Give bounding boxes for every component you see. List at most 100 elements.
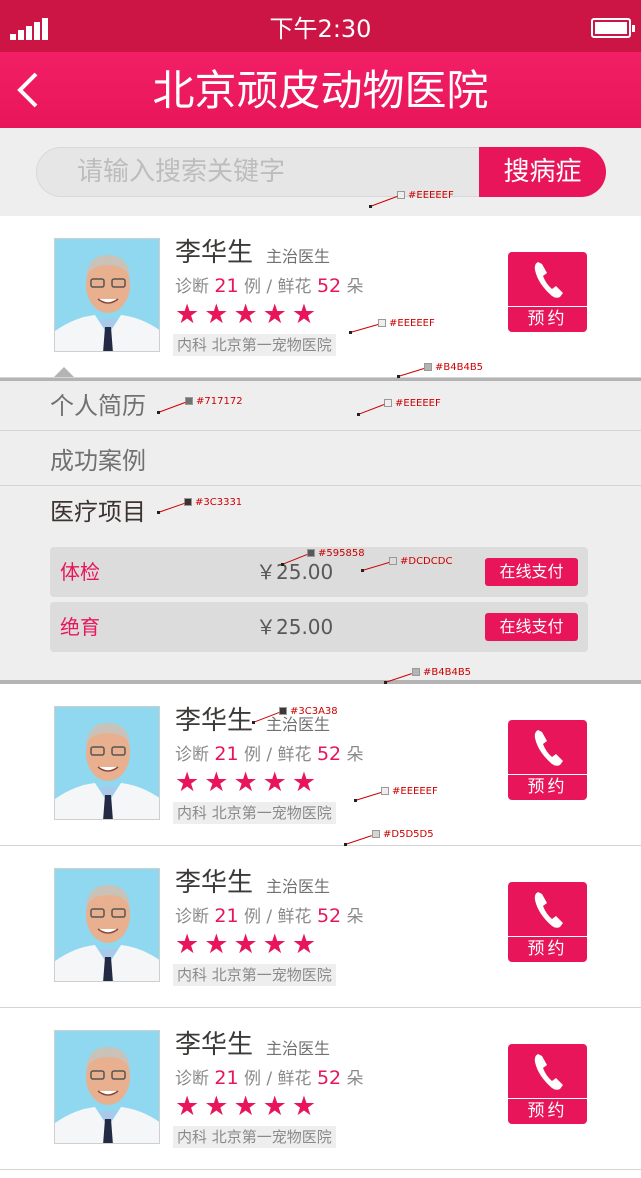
- service-name: 体检: [60, 560, 100, 584]
- hospital-tag: 内科 北京第一宠物医院: [173, 802, 336, 824]
- detail-panel: 个人简历 成功案例 医疗项目 体检 ￥25.00 在线支付 绝育 ￥25.00 …: [0, 378, 641, 684]
- pay-online-button[interactable]: 在线支付: [485, 558, 578, 586]
- status-bar: 下午2:30: [0, 0, 641, 52]
- service-price: ￥25.00: [256, 615, 334, 639]
- annotation-dot: [354, 799, 357, 802]
- phone-icon: [534, 262, 563, 298]
- annotation-dot: [369, 205, 372, 208]
- avatar: [54, 706, 160, 820]
- color-annotation: #717172: [185, 396, 243, 408]
- star-icon: ★: [233, 299, 263, 330]
- annotation-dot: [357, 413, 360, 416]
- doctor-card[interactable]: 李华生 主治医生 诊断 21 例 / 鲜花 52 朵 ★★★★★ 内科 北京第一…: [0, 846, 641, 1008]
- page-title: 北京顽皮动物医院: [152, 66, 489, 115]
- annotation-dot: [157, 511, 160, 514]
- color-annotation: #EEEEEF: [384, 398, 441, 410]
- doctor-stats: 诊断 21 例 / 鲜花 52 朵: [175, 1067, 364, 1089]
- rating-stars: ★★★★★: [175, 1091, 322, 1122]
- service-name: 绝育: [60, 615, 100, 639]
- hospital-tag: 内科 北京第一宠物医院: [173, 334, 336, 356]
- doctor-title: 主治医生: [266, 247, 331, 266]
- color-annotation: #D5D5D5: [372, 829, 434, 841]
- hospital-tag: 内科 北京第一宠物医院: [173, 1126, 336, 1148]
- doctor-title: 主治医生: [266, 1039, 331, 1058]
- star-icon: ★: [204, 767, 234, 798]
- star-icon: ★: [262, 1091, 292, 1122]
- annotation-dot: [157, 411, 160, 414]
- star-icon: ★: [175, 299, 205, 330]
- book-label: 预约: [527, 1101, 568, 1121]
- doctor-name: 李华生: [175, 868, 254, 898]
- service-price: ￥25.00: [256, 560, 334, 584]
- book-appointment-button[interactable]: 预约: [508, 1044, 587, 1124]
- status-time: 下午2:30: [269, 15, 372, 43]
- star-icon: ★: [175, 1091, 205, 1122]
- star-icon: ★: [291, 929, 322, 960]
- doctor-name: 李华生: [175, 706, 254, 736]
- rating-stars: ★★★★★: [175, 929, 322, 960]
- doctor-stats: 诊断 21 例 / 鲜花 52 朵: [175, 275, 364, 297]
- tab-success-cases[interactable]: 成功案例: [0, 436, 641, 486]
- phone-icon: [534, 892, 563, 928]
- star-icon: ★: [262, 299, 292, 330]
- star-icon: ★: [175, 767, 205, 798]
- battery-icon: [591, 18, 635, 38]
- pay-online-button[interactable]: 在线支付: [485, 613, 578, 641]
- tab-label: 成功案例: [50, 447, 146, 475]
- color-annotation: #EEEEEF: [381, 786, 438, 798]
- service-item: 绝育 ￥25.00 在线支付: [50, 602, 588, 652]
- color-annotation: #3C3A38: [279, 706, 338, 718]
- color-annotation: #EEEEEF: [397, 190, 454, 202]
- nav-bar: 北京顽皮动物医院: [0, 52, 641, 128]
- doctor-card[interactable]: 李华生 主治医生 诊断 21 例 / 鲜花 52 朵 ★★★★★ 内科 北京第一…: [0, 216, 641, 378]
- book-label: 预约: [527, 939, 568, 959]
- phone-icon: [534, 1054, 563, 1090]
- star-icon: ★: [262, 929, 292, 960]
- star-icon: ★: [291, 767, 322, 798]
- divider: [0, 1169, 641, 1170]
- panel-pointer: [54, 367, 74, 377]
- tab-medical-services[interactable]: 医疗项目: [0, 487, 641, 537]
- color-annotation: #595858: [307, 548, 365, 560]
- doctor-stats: 诊断 21 例 / 鲜花 52 朵: [175, 905, 364, 927]
- color-annotation: #B4B4B5: [412, 667, 471, 679]
- book-label: 预约: [527, 309, 568, 329]
- hospital-tag: 内科 北京第一宠物医院: [173, 964, 336, 986]
- annotation-dot: [281, 563, 284, 566]
- book-appointment-button[interactable]: 预约: [508, 882, 587, 962]
- annotation-dot: [397, 375, 400, 378]
- doctor-stats: 诊断 21 例 / 鲜花 52 朵: [175, 743, 364, 765]
- star-icon: ★: [233, 929, 263, 960]
- search-button[interactable]: 搜病症: [479, 147, 606, 197]
- annotation-dot: [349, 331, 352, 334]
- star-icon: ★: [291, 1091, 322, 1122]
- tab-label: 个人简历: [50, 392, 146, 420]
- star-icon: ★: [175, 929, 205, 960]
- book-appointment-button[interactable]: 预约: [508, 720, 587, 800]
- avatar: [54, 238, 160, 352]
- color-annotation: #3C3331: [184, 497, 242, 509]
- color-annotation: #DCDCDC: [389, 556, 452, 568]
- avatar: [54, 868, 160, 982]
- annotation-dot: [361, 569, 364, 572]
- rating-stars: ★★★★★: [175, 299, 322, 330]
- color-annotation: #B4B4B5: [424, 362, 483, 374]
- tab-resume[interactable]: 个人简历: [0, 381, 641, 431]
- book-appointment-button[interactable]: 预约: [508, 252, 587, 332]
- search-area: 搜病症: [0, 128, 641, 216]
- star-icon: ★: [233, 767, 263, 798]
- color-annotation: #EEEEEF: [378, 318, 435, 330]
- doctor-title: 主治医生: [266, 877, 331, 896]
- avatar: [54, 1030, 160, 1144]
- tab-label: 医疗项目: [50, 498, 146, 526]
- annotation-dot: [384, 681, 387, 684]
- book-label: 预约: [527, 777, 568, 797]
- phone-icon: [534, 730, 563, 766]
- doctor-card[interactable]: 李华生 主治医生 诊断 21 例 / 鲜花 52 朵 ★★★★★ 内科 北京第一…: [0, 1008, 641, 1170]
- annotation-dot: [252, 721, 255, 724]
- doctor-name: 李华生: [175, 238, 254, 268]
- star-icon: ★: [204, 299, 234, 330]
- star-icon: ★: [291, 299, 322, 330]
- annotation-dot: [344, 843, 347, 846]
- star-icon: ★: [204, 1091, 234, 1122]
